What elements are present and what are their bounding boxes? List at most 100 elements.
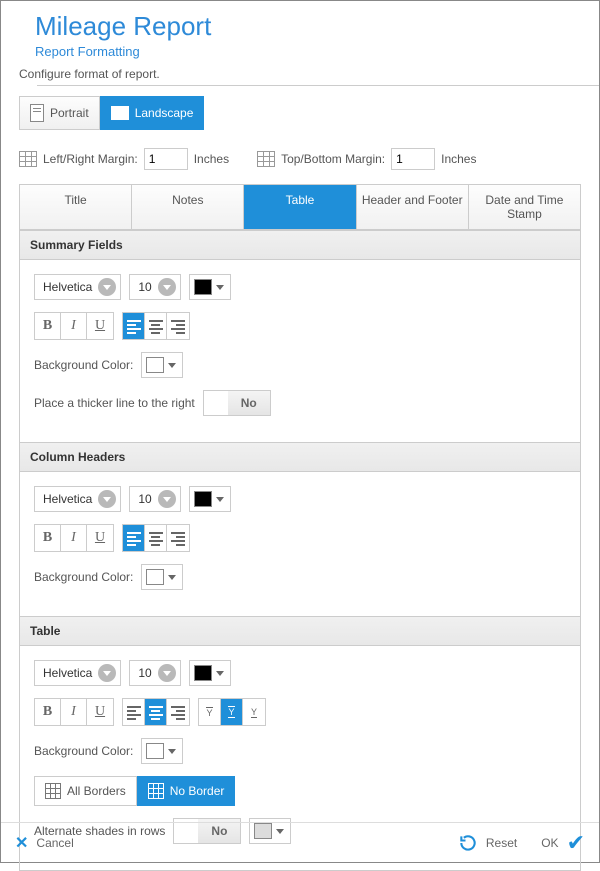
table-font-value: Helvetica (43, 666, 92, 680)
summary-bg-label: Background Color: (34, 358, 133, 372)
table-halign-group (122, 698, 190, 726)
columns-bg-color-button[interactable] (141, 564, 183, 590)
panel-table-head: Table (20, 616, 580, 646)
table-bg-color-button[interactable] (141, 738, 183, 764)
tab-notes[interactable]: Notes (132, 185, 244, 229)
tb-margin-units: Inches (441, 152, 476, 166)
valign-bottom-button[interactable]: Y (243, 699, 265, 725)
columns-bg-label: Background Color: (34, 570, 133, 584)
align-right-button[interactable] (167, 525, 189, 551)
summary-size-select[interactable]: 10 (129, 274, 180, 300)
all-borders-label: All Borders (67, 784, 126, 798)
portrait-button[interactable]: Portrait (19, 96, 100, 130)
toggle-no-label: No (228, 391, 270, 415)
tab-date-time[interactable]: Date and Time Stamp (469, 185, 580, 229)
chevron-down-icon (216, 285, 224, 290)
cancel-button[interactable]: Cancel (36, 836, 73, 850)
dialog-footer: ✕ Cancel Reset OK ✔ (1, 822, 599, 862)
color-swatch-icon (146, 743, 164, 759)
color-swatch-icon (194, 279, 212, 295)
tb-margin-icon (257, 151, 275, 167)
landscape-label: Landscape (135, 106, 194, 120)
summary-font-select[interactable]: Helvetica (34, 274, 121, 300)
summary-thicker-toggle[interactable]: No (203, 390, 271, 416)
margin-row: Left/Right Margin: Inches Top/Bottom Mar… (19, 148, 581, 170)
table-valign-group: Y Y Y (198, 698, 266, 726)
tab-title[interactable]: Title (20, 185, 132, 229)
chevron-down-icon (168, 575, 176, 580)
columns-align-group (122, 524, 190, 552)
lr-margin-units: Inches (194, 152, 229, 166)
chevron-down-icon (98, 664, 116, 682)
valign-middle-button[interactable]: Y (221, 699, 243, 725)
color-swatch-icon (194, 491, 212, 507)
columns-style-group: B I U (34, 524, 114, 552)
italic-button[interactable]: I (61, 699, 87, 725)
table-bg-label: Background Color: (34, 744, 133, 758)
table-text-color-button[interactable] (189, 660, 231, 686)
summary-size-value: 10 (138, 280, 151, 294)
landscape-button[interactable]: Landscape (100, 96, 205, 130)
align-left-button[interactable] (123, 699, 145, 725)
page-title: Mileage Report (35, 11, 579, 42)
columns-font-select[interactable]: Helvetica (34, 486, 121, 512)
valign-top-button[interactable]: Y (199, 699, 221, 725)
orientation-group: Portrait Landscape (19, 96, 581, 130)
align-center-button[interactable] (145, 699, 167, 725)
chevron-down-icon (98, 490, 116, 508)
chevron-down-icon (216, 497, 224, 502)
all-borders-button[interactable]: All Borders (34, 776, 137, 806)
border-group: All Borders No Border (34, 776, 235, 806)
tab-header-footer[interactable]: Header and Footer (357, 185, 469, 229)
underline-button[interactable]: U (87, 525, 113, 551)
underline-button[interactable]: U (87, 313, 113, 339)
lr-margin-input[interactable] (144, 148, 188, 170)
bold-button[interactable]: B (35, 699, 61, 725)
instruction-text: Configure format of report. (19, 67, 581, 81)
table-style-group: B I U (34, 698, 114, 726)
reset-icon[interactable] (458, 833, 478, 853)
columns-font-value: Helvetica (43, 492, 92, 506)
color-swatch-icon (194, 665, 212, 681)
panel-summary-head: Summary Fields (20, 230, 580, 260)
no-border-label: No Border (170, 784, 225, 798)
summary-bg-color-button[interactable] (141, 352, 183, 378)
ok-button[interactable]: OK (541, 836, 558, 850)
summary-font-value: Helvetica (43, 280, 92, 294)
italic-button[interactable]: I (61, 313, 87, 339)
chevron-down-icon (98, 278, 116, 296)
summary-text-color-button[interactable] (189, 274, 231, 300)
tab-bar: Title Notes Table Header and Footer Date… (19, 184, 581, 230)
align-right-button[interactable] (167, 699, 189, 725)
lr-margin-icon (19, 151, 37, 167)
align-left-button[interactable] (123, 313, 145, 339)
align-right-button[interactable] (167, 313, 189, 339)
align-center-button[interactable] (145, 313, 167, 339)
columns-text-color-button[interactable] (189, 486, 231, 512)
italic-button[interactable]: I (61, 525, 87, 551)
bold-button[interactable]: B (35, 525, 61, 551)
tb-margin-input[interactable] (391, 148, 435, 170)
reset-button[interactable]: Reset (486, 836, 517, 850)
underline-button[interactable]: U (87, 699, 113, 725)
panel-column-headers: Column Headers Helvetica 10 (20, 442, 580, 616)
table-size-value: 10 (138, 666, 151, 680)
columns-size-select[interactable]: 10 (129, 486, 180, 512)
landscape-icon (111, 106, 129, 120)
divider (37, 85, 599, 86)
panel-columns-head: Column Headers (20, 442, 580, 472)
close-icon[interactable]: ✕ (15, 833, 28, 853)
align-left-button[interactable] (123, 525, 145, 551)
align-center-button[interactable] (145, 525, 167, 551)
summary-style-group: B I U (34, 312, 114, 340)
summary-thicker-label: Place a thicker line to the right (34, 396, 195, 410)
panel-summary-fields: Summary Fields Helvetica 10 (20, 230, 580, 442)
no-border-button[interactable]: No Border (137, 776, 236, 806)
check-icon[interactable]: ✔ (567, 830, 585, 856)
chevron-down-icon (168, 749, 176, 754)
chevron-down-icon (158, 278, 176, 296)
table-font-select[interactable]: Helvetica (34, 660, 121, 686)
bold-button[interactable]: B (35, 313, 61, 339)
tab-table[interactable]: Table (244, 185, 356, 229)
table-size-select[interactable]: 10 (129, 660, 180, 686)
